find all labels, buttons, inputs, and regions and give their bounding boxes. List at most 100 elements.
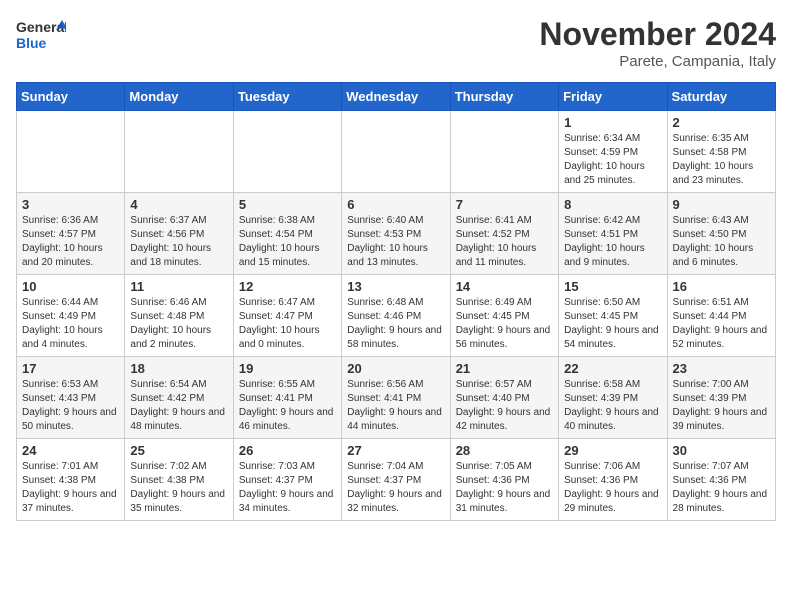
day-info: Sunrise: 6:48 AM Sunset: 4:46 PM Dayligh…	[347, 296, 444, 352]
calendar-cell	[450, 111, 558, 193]
day-info: Sunrise: 7:03 AM Sunset: 4:37 PM Dayligh…	[239, 460, 336, 516]
calendar-week-row: 1 Sunrise: 6:34 AM Sunset: 4:59 PM Daylig…	[17, 111, 776, 193]
calendar-cell: 4Sunrise: 6:37 AM Sunset: 4:56 PM Daylig…	[125, 193, 233, 275]
day-number: 30	[673, 443, 770, 458]
day-info: Sunrise: 6:42 AM Sunset: 4:51 PM Dayligh…	[564, 214, 661, 270]
calendar-cell: 7 Sunrise: 6:41 AM Sunset: 4:52 PM Daylig…	[450, 193, 558, 275]
calendar-cell: 8 Sunrise: 6:42 AM Sunset: 4:51 PM Daylig…	[559, 193, 667, 275]
calendar-cell: 29 Sunrise: 7:06 AM Sunset: 4:36 PM Dayli…	[559, 439, 667, 521]
day-number: 27	[347, 443, 444, 458]
calendar-cell: 1 Sunrise: 6:34 AM Sunset: 4:59 PM Daylig…	[559, 111, 667, 193]
calendar-cell: 14Sunrise: 6:49 AM Sunset: 4:45 PM Dayli…	[450, 275, 558, 357]
day-number: 10	[22, 279, 119, 294]
calendar-cell: 13 Sunrise: 6:48 AM Sunset: 4:46 PM Dayli…	[342, 275, 450, 357]
day-info: Sunrise: 7:01 AM Sunset: 4:38 PM Dayligh…	[22, 460, 119, 516]
calendar-cell: 24 Sunrise: 7:01 AM Sunset: 4:38 PM Dayli…	[17, 439, 125, 521]
calendar-cell: 26 Sunrise: 7:03 AM Sunset: 4:37 PM Dayli…	[233, 439, 341, 521]
calendar-cell	[342, 111, 450, 193]
calendar-week-row: 10 Sunrise: 6:44 AM Sunset: 4:49 PM Dayli…	[17, 275, 776, 357]
day-info: Sunrise: 6:50 AM Sunset: 4:45 PM Dayligh…	[564, 296, 661, 352]
day-info: Sunrise: 6:43 AM Sunset: 4:50 PM Dayligh…	[673, 214, 770, 270]
calendar-cell: 3Sunrise: 6:36 AM Sunset: 4:57 PM Daylig…	[17, 193, 125, 275]
logo[interactable]: General Blue	[16, 16, 66, 60]
day-number: 1	[564, 115, 661, 130]
calendar-day-header: Monday	[125, 83, 233, 111]
day-info: Sunrise: 6:44 AM Sunset: 4:49 PM Dayligh…	[22, 296, 119, 352]
day-number: 13	[347, 279, 444, 294]
calendar-cell: 16Sunrise: 6:51 AM Sunset: 4:44 PM Dayli…	[667, 275, 775, 357]
day-info: Sunrise: 6:55 AM Sunset: 4:41 PM Dayligh…	[239, 378, 336, 434]
day-number: 15	[564, 279, 661, 294]
day-number: 28	[456, 443, 553, 458]
calendar-week-row: 24 Sunrise: 7:01 AM Sunset: 4:38 PM Dayli…	[17, 439, 776, 521]
calendar-cell: 30 Sunrise: 7:07 AM Sunset: 4:36 PM Dayli…	[667, 439, 775, 521]
calendar-cell: 27 Sunrise: 7:04 AM Sunset: 4:37 PM Dayli…	[342, 439, 450, 521]
calendar-table: SundayMondayTuesdayWednesdayThursdayFrid…	[16, 82, 776, 521]
calendar-cell: 6 Sunrise: 6:40 AM Sunset: 4:53 PM Daylig…	[342, 193, 450, 275]
calendar-cell	[17, 111, 125, 193]
calendar-day-header: Wednesday	[342, 83, 450, 111]
day-info: Sunrise: 6:41 AM Sunset: 4:52 PM Dayligh…	[456, 214, 553, 270]
day-number: 5	[239, 197, 336, 212]
calendar-cell: 20 Sunrise: 6:56 AM Sunset: 4:41 PM Dayli…	[342, 357, 450, 439]
calendar-cell: 21 Sunrise: 6:57 AM Sunset: 4:40 PM Dayli…	[450, 357, 558, 439]
day-number: 29	[564, 443, 661, 458]
calendar-cell: 17 Sunrise: 6:53 AM Sunset: 4:43 PM Dayli…	[17, 357, 125, 439]
day-info: Sunrise: 6:56 AM Sunset: 4:41 PM Dayligh…	[347, 378, 444, 434]
day-number: 7	[456, 197, 553, 212]
day-number: 24	[22, 443, 119, 458]
day-info: Sunrise: 6:49 AM Sunset: 4:45 PM Dayligh…	[456, 296, 553, 352]
day-info: Sunrise: 6:58 AM Sunset: 4:39 PM Dayligh…	[564, 378, 661, 434]
calendar-cell: 18 Sunrise: 6:54 AM Sunset: 4:42 PM Dayli…	[125, 357, 233, 439]
day-info: Sunrise: 6:34 AM Sunset: 4:59 PM Dayligh…	[564, 132, 661, 188]
day-info: Sunrise: 6:57 AM Sunset: 4:40 PM Dayligh…	[456, 378, 553, 434]
calendar-cell	[233, 111, 341, 193]
calendar-header-row: SundayMondayTuesdayWednesdayThursdayFrid…	[17, 83, 776, 111]
day-info: Sunrise: 6:35 AM Sunset: 4:58 PM Dayligh…	[673, 132, 770, 188]
day-number: 20	[347, 361, 444, 376]
logo-svg: General Blue	[16, 16, 66, 60]
calendar-cell: 5Sunrise: 6:38 AM Sunset: 4:54 PM Daylig…	[233, 193, 341, 275]
calendar-cell: 19 Sunrise: 6:55 AM Sunset: 4:41 PM Dayli…	[233, 357, 341, 439]
title-block: November 2024 Parete, Campania, Italy	[539, 16, 776, 70]
calendar-day-header: Saturday	[667, 83, 775, 111]
day-info: Sunrise: 6:53 AM Sunset: 4:43 PM Dayligh…	[22, 378, 119, 434]
calendar-cell: 12Sunrise: 6:47 AM Sunset: 4:47 PM Dayli…	[233, 275, 341, 357]
calendar-cell: 2 Sunrise: 6:35 AM Sunset: 4:58 PM Daylig…	[667, 111, 775, 193]
day-number: 25	[130, 443, 227, 458]
calendar-cell: 25Sunrise: 7:02 AM Sunset: 4:38 PM Dayli…	[125, 439, 233, 521]
day-info: Sunrise: 7:05 AM Sunset: 4:36 PM Dayligh…	[456, 460, 553, 516]
calendar-cell: 15 Sunrise: 6:50 AM Sunset: 4:45 PM Dayli…	[559, 275, 667, 357]
day-number: 19	[239, 361, 336, 376]
day-number: 26	[239, 443, 336, 458]
day-number: 12	[239, 279, 336, 294]
day-number: 9	[673, 197, 770, 212]
day-info: Sunrise: 7:07 AM Sunset: 4:36 PM Dayligh…	[673, 460, 770, 516]
calendar-day-header: Sunday	[17, 83, 125, 111]
day-number: 22	[564, 361, 661, 376]
calendar-week-row: 3Sunrise: 6:36 AM Sunset: 4:57 PM Daylig…	[17, 193, 776, 275]
day-info: Sunrise: 7:04 AM Sunset: 4:37 PM Dayligh…	[347, 460, 444, 516]
calendar-day-header: Thursday	[450, 83, 558, 111]
day-info: Sunrise: 6:37 AM Sunset: 4:56 PM Dayligh…	[130, 214, 227, 270]
day-number: 2	[673, 115, 770, 130]
day-number: 11	[130, 279, 227, 294]
day-info: Sunrise: 6:36 AM Sunset: 4:57 PM Dayligh…	[22, 214, 119, 270]
day-number: 6	[347, 197, 444, 212]
calendar-week-row: 17 Sunrise: 6:53 AM Sunset: 4:43 PM Dayli…	[17, 357, 776, 439]
day-info: Sunrise: 6:40 AM Sunset: 4:53 PM Dayligh…	[347, 214, 444, 270]
day-number: 17	[22, 361, 119, 376]
calendar-cell: 9 Sunrise: 6:43 AM Sunset: 4:50 PM Daylig…	[667, 193, 775, 275]
day-number: 18	[130, 361, 227, 376]
day-info: Sunrise: 6:46 AM Sunset: 4:48 PM Dayligh…	[130, 296, 227, 352]
day-number: 21	[456, 361, 553, 376]
day-number: 16	[673, 279, 770, 294]
day-info: Sunrise: 7:00 AM Sunset: 4:39 PM Dayligh…	[673, 378, 770, 434]
calendar-day-header: Tuesday	[233, 83, 341, 111]
day-info: Sunrise: 7:06 AM Sunset: 4:36 PM Dayligh…	[564, 460, 661, 516]
day-info: Sunrise: 6:54 AM Sunset: 4:42 PM Dayligh…	[130, 378, 227, 434]
calendar-cell: 28 Sunrise: 7:05 AM Sunset: 4:36 PM Dayli…	[450, 439, 558, 521]
location: Parete, Campania, Italy	[539, 53, 776, 70]
day-number: 8	[564, 197, 661, 212]
calendar-day-header: Friday	[559, 83, 667, 111]
